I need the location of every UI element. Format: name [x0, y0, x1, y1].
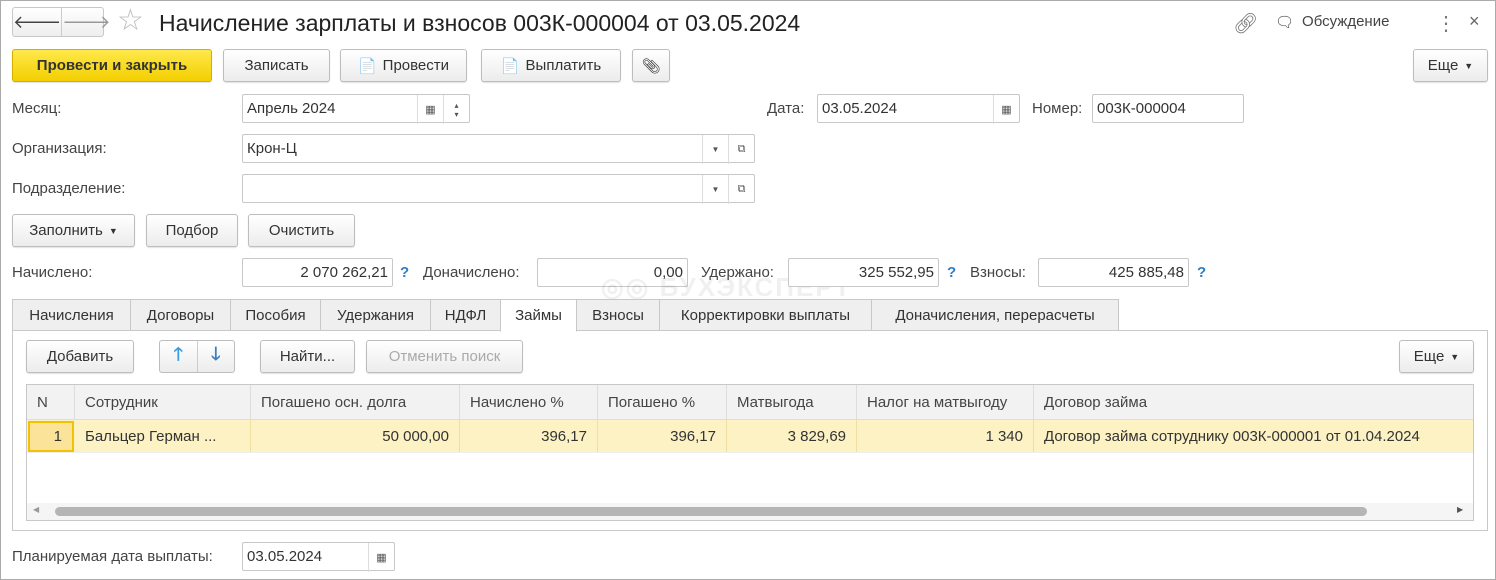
- more-button[interactable]: Еще ▼: [1413, 49, 1488, 82]
- nav-buttons: 🡐 🡒: [12, 7, 111, 37]
- back-button[interactable]: 🡐: [13, 8, 63, 36]
- open-icon[interactable]: ⧉: [728, 175, 754, 204]
- scroll-left-icon[interactable]: ◀: [33, 505, 39, 514]
- post-and-close-button[interactable]: Провести и закрыть: [12, 49, 212, 82]
- scroll-right-icon[interactable]: ▶: [1457, 505, 1463, 514]
- cell-interest-paid[interactable]: 396,17: [598, 420, 727, 452]
- tab-contracts[interactable]: Договоры: [130, 299, 231, 331]
- cell-principal[interactable]: 50 000,00: [251, 420, 460, 452]
- department-input[interactable]: ▼ ⧉: [242, 174, 755, 204]
- col-loan-contract[interactable]: Договор займа: [1034, 385, 1473, 419]
- contrib-value: 425 885,48: [1038, 258, 1189, 287]
- month-stepper[interactable]: ▴ ▾: [443, 95, 469, 124]
- cancel-search-button[interactable]: Отменить поиск: [366, 340, 523, 373]
- clear-button[interactable]: Очистить: [248, 214, 355, 247]
- tab-recalculations[interactable]: Доначисления, перерасчеты: [871, 299, 1119, 331]
- chevron-down-icon: ▼: [1464, 60, 1474, 71]
- dropdown-icon[interactable]: ▼: [702, 135, 728, 164]
- col-employee[interactable]: Сотрудник: [75, 385, 251, 419]
- withheld-help[interactable]: ?: [947, 264, 956, 281]
- arrow-up-icon[interactable]: 🡑: [160, 341, 198, 372]
- chat-icon: 🗨︎: [1275, 14, 1295, 31]
- dropdown-icon[interactable]: ▼: [702, 175, 728, 204]
- tab-contributions[interactable]: Взносы: [576, 299, 660, 331]
- find-button[interactable]: Найти...: [260, 340, 355, 373]
- tab-accruals[interactable]: Начисления: [12, 299, 131, 331]
- add-button[interactable]: Добавить: [26, 340, 134, 373]
- save-button[interactable]: Записать: [223, 49, 330, 82]
- col-benefit-tax[interactable]: Налог на матвыгоду: [857, 385, 1034, 419]
- pay-date-input[interactable]: 03.05.2024 ▦: [242, 542, 395, 572]
- chevron-down-icon: ▼: [108, 225, 118, 236]
- forward-button[interactable]: 🡒: [62, 8, 110, 36]
- scroll-thumb[interactable]: [55, 507, 1367, 516]
- loans-table: N Сотрудник Погашено осн. долга Начислен…: [26, 384, 1474, 521]
- withheld-value: 325 552,95: [788, 258, 939, 287]
- accrued-value: 2 070 262,21: [242, 258, 393, 287]
- pay-date-label: Планируемая дата выплаты:: [12, 548, 213, 565]
- link-icon[interactable]: 🔗︎: [1233, 11, 1258, 36]
- discussion-button[interactable]: 🗨︎ Обсуждение: [1275, 13, 1389, 31]
- organization-label: Организация:: [12, 140, 107, 157]
- accrued-help[interactable]: ?: [400, 264, 409, 281]
- accrued-label: Начислено:: [12, 264, 93, 281]
- open-icon[interactable]: ⧉: [728, 135, 754, 164]
- cell-interest-accrued[interactable]: 396,17: [460, 420, 598, 452]
- cell-employee[interactable]: Бальцер Герман ...: [75, 420, 251, 452]
- table-header: N Сотрудник Погашено осн. долга Начислен…: [27, 385, 1473, 420]
- post-button[interactable]: 📄 Провести: [340, 49, 467, 82]
- month-input[interactable]: Апрель 2024 ▦ ▴ ▾: [242, 94, 470, 124]
- pick-button[interactable]: Подбор: [146, 214, 238, 247]
- extra-label: Доначислено:: [423, 264, 520, 281]
- calendar-icon[interactable]: ▦: [368, 543, 394, 572]
- chevron-down-icon: ▼: [1450, 351, 1460, 362]
- contrib-help[interactable]: ?: [1197, 264, 1206, 281]
- move-buttons: 🡑 🡓: [159, 340, 235, 373]
- cell-loan-contract[interactable]: Договор займа сотруднику 003К-000001 от …: [1034, 420, 1473, 452]
- contrib-label: Взносы:: [970, 264, 1026, 281]
- col-benefit[interactable]: Матвыгода: [727, 385, 857, 419]
- page-title: Начисление зарплаты и взносов 003К-00000…: [159, 10, 801, 36]
- col-n[interactable]: N: [27, 385, 75, 419]
- calendar-icon[interactable]: ▦: [417, 95, 443, 124]
- date-label: Дата:: [767, 100, 805, 117]
- cell-n[interactable]: 1: [28, 421, 74, 452]
- department-label: Подразделение:: [12, 180, 126, 197]
- horizontal-scrollbar[interactable]: ◀ ▶: [27, 503, 1473, 520]
- fill-button[interactable]: Заполнить ▼: [12, 214, 135, 247]
- col-principal[interactable]: Погашено осн. долга: [251, 385, 460, 419]
- paperclip-icon: 📎︎: [641, 57, 661, 75]
- more-menu-icon[interactable]: ⋮: [1436, 11, 1456, 36]
- close-icon[interactable]: ×: [1469, 11, 1480, 32]
- cell-benefit-tax[interactable]: 1 340: [857, 420, 1034, 452]
- favorite-star-icon[interactable]: ☆: [117, 3, 144, 38]
- pay-icon: 📄: [500, 57, 520, 75]
- calendar-icon[interactable]: ▦: [993, 95, 1019, 124]
- tab-ndfl[interactable]: НДФЛ: [430, 299, 501, 331]
- post-icon: 📄: [357, 57, 377, 75]
- tab-loans[interactable]: Займы: [500, 299, 577, 332]
- month-label: Месяц:: [12, 100, 62, 117]
- pay-button[interactable]: 📄 Выплатить: [481, 49, 621, 82]
- date-input[interactable]: 03.05.2024 ▦: [817, 94, 1020, 124]
- withheld-label: Удержано:: [701, 264, 774, 281]
- cell-benefit[interactable]: 3 829,69: [727, 420, 857, 452]
- tab-deductions[interactable]: Удержания: [320, 299, 431, 331]
- tab-benefits[interactable]: Пособия: [230, 299, 321, 331]
- attach-button[interactable]: 📎︎: [632, 49, 670, 82]
- number-input[interactable]: 003К-000004: [1092, 94, 1244, 123]
- col-interest-paid[interactable]: Погашено %: [598, 385, 727, 419]
- organization-input[interactable]: Крон-Ц ▼ ⧉: [242, 134, 755, 164]
- col-interest-accrued[interactable]: Начислено %: [460, 385, 598, 419]
- tab-more-button[interactable]: Еще ▼: [1399, 340, 1474, 373]
- number-label: Номер:: [1032, 100, 1083, 117]
- tab-payment-adjustments[interactable]: Корректировки выплаты: [659, 299, 872, 331]
- arrow-down-icon[interactable]: 🡓: [198, 341, 235, 372]
- table-row[interactable]: 1 Бальцер Герман ... 50 000,00 396,17 39…: [27, 420, 1473, 453]
